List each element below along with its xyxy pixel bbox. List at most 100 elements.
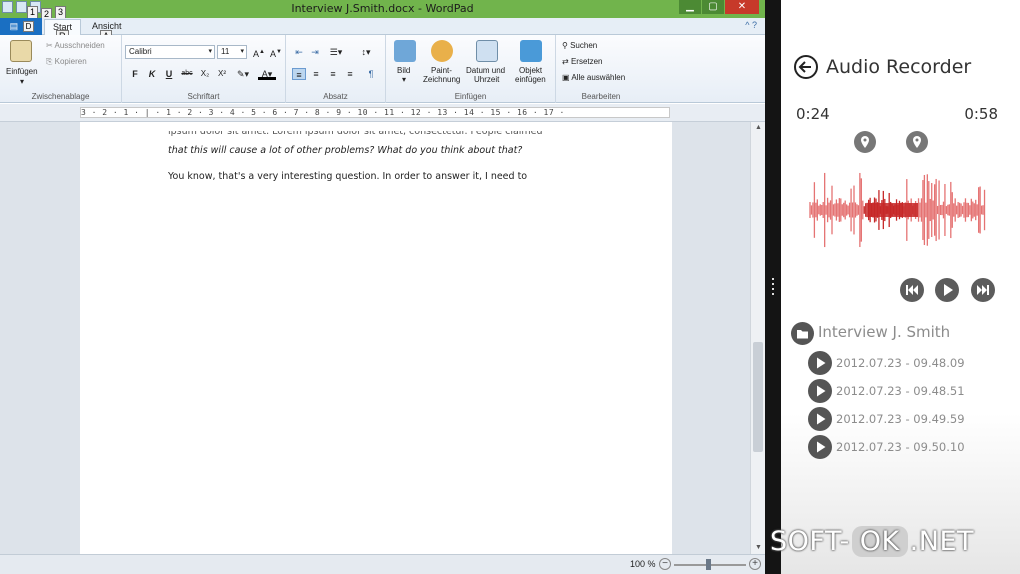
document-page[interactable]: ipsum dolor sit amet. Lorem ipsum dolor … (80, 122, 672, 554)
picture-icon[interactable] (394, 40, 416, 62)
superscript-button[interactable]: X² (215, 68, 229, 80)
document-line: ipsum dolor sit amet. Lorem ipsum dolor … (168, 131, 543, 137)
audio-recorder-app: Audio Recorder 0:24 0:58 Interview J. Sm… (781, 0, 1020, 574)
close-button[interactable]: ✕ (725, 0, 759, 14)
recording-label: 2012.07.23 - 09.49.59 (836, 412, 965, 426)
paste-button[interactable]: Einfügen (6, 67, 38, 76)
paste-dropdown-icon[interactable]: ▾ (20, 77, 24, 86)
decrease-indent-icon[interactable]: ⇤ (292, 46, 306, 58)
file-menu-icon: ▤ (9, 21, 19, 31)
zoom-in-icon[interactable]: + (749, 558, 761, 570)
tab-file[interactable]: ▤ D (0, 18, 42, 35)
skip-back-icon (906, 285, 918, 295)
help-icon[interactable]: ^ ? (745, 20, 757, 30)
highlight-color-icon[interactable]: ✎▾ (234, 68, 252, 80)
line-spacing-icon[interactable]: ↕▾ (356, 46, 376, 58)
waveform[interactable] (808, 160, 988, 250)
replace-button[interactable]: ⇄ Ersetzen (562, 57, 603, 66)
minimize-button[interactable]: ▁ (679, 0, 701, 14)
paint-drawing-label[interactable]: Paint- (431, 66, 452, 75)
back-arrow-icon[interactable] (794, 55, 818, 79)
recording-item[interactable]: 2012.07.23 - 09.50.10 (808, 435, 1008, 459)
paragraph-settings-icon[interactable]: ¶ (364, 68, 378, 80)
insert-object-label-1[interactable]: Objekt (519, 66, 542, 75)
recording-item[interactable]: 2012.07.23 - 09.48.51 (808, 379, 1008, 403)
play-icon[interactable] (808, 435, 832, 459)
binoculars-icon: ⚲ (562, 41, 571, 50)
select-all-button[interactable]: ▣ Alle auswählen (562, 73, 625, 82)
align-center-icon[interactable]: ≡ (309, 68, 323, 80)
datetime-label-2[interactable]: Uhrzeit (474, 75, 499, 84)
group-label: Einfügen (454, 92, 487, 101)
font-size-select[interactable]: 11 ▾ (217, 45, 247, 59)
strikethrough-button[interactable]: abc (179, 68, 195, 80)
group-label: Zwischenablage (31, 92, 90, 101)
title-bar[interactable]: 1 2 3 Interview J.Smith.docx - WordPad ▁… (0, 0, 765, 21)
grow-font-icon[interactable]: A▲ (252, 46, 266, 59)
picture-button[interactable]: Bild (397, 66, 410, 75)
play-icon[interactable] (808, 379, 832, 403)
paint-palette-icon[interactable] (431, 40, 453, 62)
chevron-down-icon[interactable]: ▾ (402, 75, 406, 84)
calendar-clock-icon[interactable] (476, 40, 498, 62)
shrink-font-icon[interactable]: A▼ (269, 46, 283, 59)
font-color-icon[interactable]: A▾ (258, 68, 276, 80)
maximize-button[interactable]: ▢ (702, 0, 724, 14)
bookmark-marker-icon[interactable] (854, 131, 876, 153)
justify-icon[interactable]: ≡ (343, 68, 357, 80)
align-left-icon[interactable]: ≡ (292, 68, 306, 80)
copy-label: Kopieren (54, 57, 87, 66)
italic-button[interactable]: K (145, 68, 159, 80)
document-line: You know, that's a very interesting ques… (168, 171, 528, 182)
ruler[interactable]: 3 · 2 · 1 · | · 1 · 2 · 3 · 4 · 5 · 6 · … (0, 104, 765, 122)
recording-item[interactable]: 2012.07.23 - 09.49.59 (808, 407, 1008, 431)
insert-object-label-2[interactable]: einfügen (515, 75, 546, 84)
play-icon (944, 284, 953, 296)
group-label: Absatz (323, 92, 348, 101)
folder-name[interactable]: Interview J. Smith (818, 323, 950, 341)
find-button[interactable]: ⚲ Suchen (562, 41, 597, 50)
total-time: 0:58 (964, 105, 998, 123)
snap-splitter[interactable] (765, 0, 781, 574)
paint-drawing-label-2[interactable]: Zeichnung (423, 75, 460, 84)
underline-button[interactable]: U (162, 68, 176, 80)
previous-button[interactable] (900, 278, 924, 302)
object-icon[interactable] (520, 40, 542, 62)
zoom-out-icon[interactable]: − (659, 558, 671, 570)
bold-button[interactable]: F (128, 68, 142, 80)
scroll-up-icon[interactable]: ▲ (751, 122, 765, 134)
window-controls: ▁ ▢ ✕ (679, 0, 759, 14)
splitter-grip-icon[interactable] (772, 278, 774, 296)
folder-icon[interactable] (791, 322, 814, 345)
subscript-button[interactable]: X₂ (198, 68, 212, 80)
play-icon[interactable] (808, 351, 832, 375)
chevron-down-icon: ▾ (240, 48, 244, 55)
increase-indent-icon[interactable]: ⇥ (308, 46, 322, 58)
cut-button[interactable]: ✂ Ausschneiden (46, 41, 105, 50)
pin-glyph (913, 136, 921, 148)
font-family-select[interactable]: Calibri ▾ (125, 45, 215, 59)
replace-icon: ⇄ (562, 57, 571, 66)
play-glyph (817, 385, 826, 397)
status-bar: 100 % − + (0, 554, 765, 574)
copy-button[interactable]: ⎘ Kopieren (46, 57, 87, 67)
paint-label-1: Paint- (431, 66, 452, 75)
scroll-down-icon[interactable]: ▼ (751, 542, 765, 554)
play-button[interactable] (935, 278, 959, 302)
vertical-scrollbar[interactable]: ▲ ▼ (750, 122, 765, 554)
paste-icon[interactable] (10, 40, 32, 62)
bullet-list-icon[interactable]: ☰▾ (326, 46, 346, 58)
play-icon[interactable] (808, 407, 832, 431)
bookmark-marker-icon[interactable] (906, 131, 928, 153)
datetime-label-1[interactable]: Datum und (466, 66, 505, 75)
align-right-icon[interactable]: ≡ (326, 68, 340, 80)
scroll-thumb[interactable] (753, 342, 763, 452)
next-button[interactable] (971, 278, 995, 302)
recording-item[interactable]: 2012.07.23 - 09.48.09 (808, 351, 1008, 375)
copy-icon: ⎘ (46, 57, 55, 66)
zoom-slider-handle[interactable] (706, 559, 711, 570)
folder-glyph (797, 330, 808, 339)
recording-label: 2012.07.23 - 09.48.51 (836, 384, 965, 398)
watermark-text: .NET (909, 526, 975, 557)
document-area[interactable]: ipsum dolor sit amet. Lorem ipsum dolor … (0, 122, 750, 554)
